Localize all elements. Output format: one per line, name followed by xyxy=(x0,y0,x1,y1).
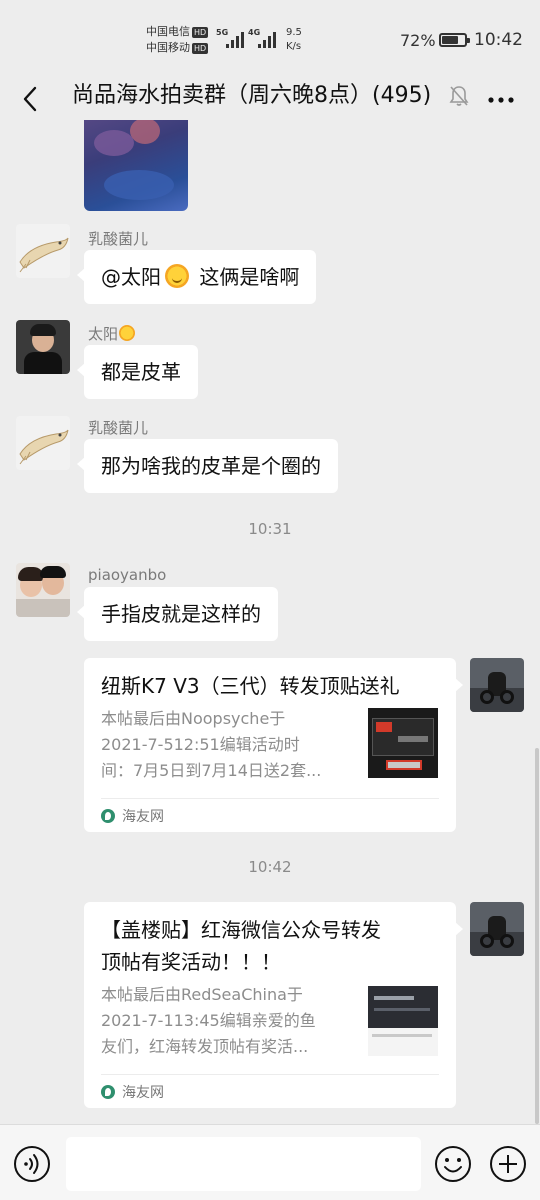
status-bar: 中国电信 HD 中国移动 HD 5G 4G 9.5 K/s 72% 10:42 xyxy=(0,0,540,78)
sun-emoji-icon xyxy=(119,325,136,341)
timestamp: 10:42 xyxy=(248,858,292,876)
status-time: 10:42 xyxy=(474,30,523,50)
sender-name: 乳酸菌儿 xyxy=(88,419,149,437)
timestamp: 10:31 xyxy=(248,520,292,538)
message-bubble[interactable]: 都是皮革 xyxy=(77,345,198,399)
site-logo-icon xyxy=(101,809,115,823)
card-description: 本帖最后由RedSeaChina于 2021-7-113:45编辑亲爱的鱼 友们… xyxy=(101,985,316,1056)
voice-icon xyxy=(14,1146,50,1182)
chat-area[interactable]: 乳酸菌儿 @太阳 这俩是啥啊 太阳 都是皮革 乳酸菌儿 那为啥我的皮革是个圈的 … xyxy=(0,120,540,1124)
message-input[interactable] xyxy=(66,1137,421,1191)
back-button[interactable] xyxy=(16,84,46,114)
message-bubble[interactable]: 那为啥我的皮革是个圈的 xyxy=(77,439,338,493)
card-description: 本帖最后由Noopsyche于 2021-7-512:51编辑活动时 间：7月5… xyxy=(101,709,322,780)
battery-fill xyxy=(442,36,458,44)
carrier-bottom: 中国移动 xyxy=(146,41,190,54)
plus-icon xyxy=(490,1146,526,1182)
avatar[interactable] xyxy=(16,224,70,278)
avatar[interactable] xyxy=(16,416,70,470)
scrollbar[interactable] xyxy=(535,748,539,1124)
card-thumbnail xyxy=(368,986,438,1056)
avatar[interactable] xyxy=(16,320,70,374)
battery-percent: 72% xyxy=(400,31,436,50)
site-logo-icon xyxy=(101,1085,115,1099)
card-source: 海友网 xyxy=(101,1082,164,1102)
avatar[interactable] xyxy=(16,563,70,617)
link-card[interactable]: 纽斯K7 V3（三代）转发顶贴送礼 本帖最后由Noopsyche于 2021-7… xyxy=(84,658,463,832)
card-title: 【盖楼贴】红海微信公众号转发 顶帖有奖活动！！！ xyxy=(101,918,381,974)
more-button[interactable] xyxy=(486,84,516,114)
hd-badge: HD xyxy=(192,43,209,54)
add-button[interactable] xyxy=(489,1145,527,1183)
smiley-icon xyxy=(435,1146,471,1182)
fish-avatar-icon xyxy=(19,237,69,273)
chat-header: 尚品海水拍卖群（周六晚8点）(495) xyxy=(0,78,540,120)
mute-bell-icon xyxy=(448,84,470,108)
sender-name: 太阳 xyxy=(88,323,136,344)
message-bubble[interactable]: @太阳 这俩是啥啊 xyxy=(76,250,317,304)
card-thumbnail xyxy=(368,708,438,778)
fish-avatar-icon xyxy=(19,429,69,465)
sender-name: 乳酸菌儿 xyxy=(88,230,149,248)
hd-badge: HD xyxy=(192,27,209,38)
carrier-top: 中国电信 xyxy=(146,25,190,38)
battery-icon xyxy=(439,33,470,47)
chevron-left-icon xyxy=(23,86,37,112)
input-bar xyxy=(0,1124,540,1200)
avatar[interactable] xyxy=(470,658,524,712)
card-source: 海友网 xyxy=(101,806,164,826)
message-bubble[interactable]: 手指皮就是这样的 xyxy=(77,587,278,641)
network-speed: 9.5 K/s xyxy=(286,27,302,52)
image-message[interactable] xyxy=(84,120,188,211)
sender-name: piaoyanbo xyxy=(88,566,167,584)
emoji-button[interactable] xyxy=(434,1145,472,1183)
avatar[interactable] xyxy=(470,902,524,956)
chat-title: 尚品海水拍卖群（周六晚8点）(495) xyxy=(72,83,432,108)
sun-emoji-icon xyxy=(165,264,189,288)
link-card[interactable]: 【盖楼贴】红海微信公众号转发 顶帖有奖活动！！！ 本帖最后由RedSeaChin… xyxy=(84,902,463,1108)
card-title: 纽斯K7 V3（三代）转发顶贴送礼 xyxy=(101,674,400,698)
voice-button[interactable] xyxy=(13,1145,51,1183)
more-dots-icon xyxy=(488,97,514,103)
carrier-info: 中国电信 HD 中国移动 HD xyxy=(146,24,209,56)
